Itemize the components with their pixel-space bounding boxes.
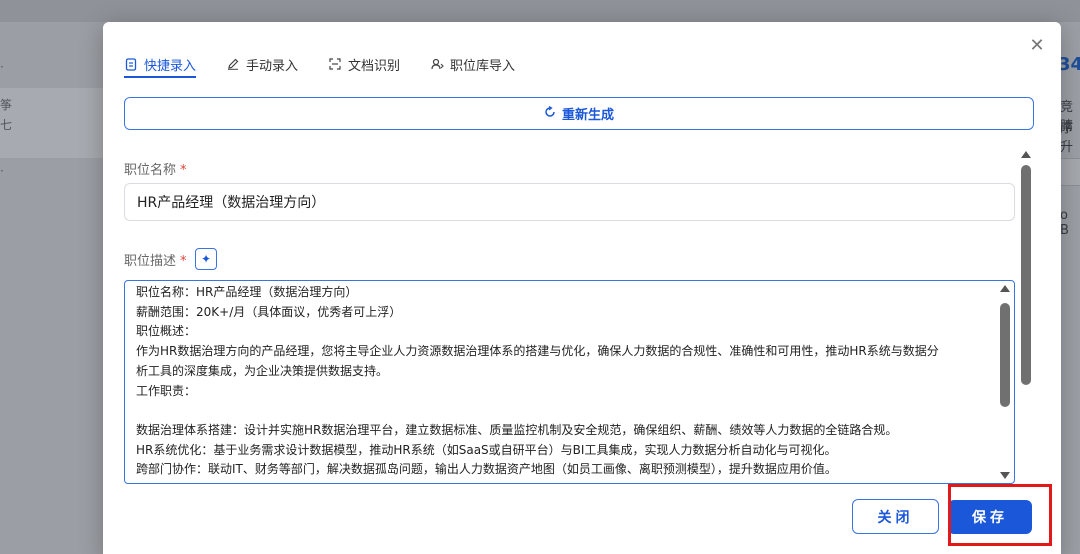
tab-label: 手动录入	[246, 58, 299, 74]
background-sidebar-active	[0, 88, 103, 158]
job-entry-modal: ✕ 快捷录入 手动录入 文档识别 职位库导入 重新生成 职位名称 * HR产品经…	[103, 22, 1061, 554]
description-scrollbar[interactable]	[995, 281, 1014, 483]
tab-manual-entry[interactable]: 手动录入	[226, 52, 298, 76]
background-text: o B	[1060, 208, 1069, 238]
job-title-input[interactable]: HR产品经理（数据治理方向）	[124, 183, 1015, 221]
job-description-content: 职位名称：HR产品经理（数据治理方向） 薪酬范围：20K+/月（具体面议，优秀者…	[136, 283, 994, 480]
scan-icon	[328, 57, 342, 71]
background-sidebar	[0, 22, 103, 554]
save-highlight-box	[948, 484, 1052, 546]
scroll-down-arrow-icon[interactable]	[1000, 472, 1010, 479]
regenerate-label: 重新生成	[561, 108, 614, 123]
close-button[interactable]: 关闭	[852, 499, 939, 534]
job-description-textarea[interactable]: 职位名称：HR产品经理（数据治理方向） 薪酬范围：20K+/月（具体面议，优秀者…	[124, 280, 1015, 484]
regenerate-button[interactable]: 重新生成	[124, 97, 1034, 130]
scrollbar-thumb[interactable]	[1000, 303, 1010, 407]
description-line: 职位概述：	[136, 324, 197, 339]
description-line: 作为HR数据治理方向的产品经理，您将主导企业人力资源数据治理体系的搭建与优化，确…	[136, 344, 939, 359]
tab-label: 文档识别	[348, 58, 401, 74]
job-title-label: 职位名称 *	[124, 159, 187, 178]
ai-generate-button[interactable]: ✦	[195, 248, 217, 270]
scroll-up-arrow-icon[interactable]	[1021, 151, 1031, 158]
job-description-label: 职位描述 *	[124, 250, 187, 269]
description-line: 薪酬范围：20K+/月（具体面议，优秀者可上浮）	[136, 304, 402, 319]
background-number: 34	[1058, 54, 1080, 75]
tab-quick-entry[interactable]: 快捷录入	[124, 52, 196, 76]
sparkle-icon: ✦	[200, 252, 212, 266]
pen-icon	[226, 57, 240, 71]
scroll-up-arrow-icon[interactable]	[1000, 285, 1010, 292]
user-import-icon	[430, 57, 444, 71]
job-title-value: HR产品经理（数据治理方向）	[137, 195, 326, 211]
background-text: 筝	[0, 98, 13, 112]
document-icon	[124, 57, 138, 71]
background-text: 七	[0, 118, 13, 132]
refresh-icon	[544, 105, 556, 122]
scrollbar-thumb[interactable]	[1021, 165, 1031, 385]
job-description-label-text: 职位描述	[124, 254, 177, 269]
active-tab-indicator	[124, 76, 196, 78]
required-mark: *	[180, 163, 187, 178]
tab-position-library-import[interactable]: 职位库导入	[430, 52, 515, 76]
background-topbar	[0, 0, 1080, 22]
description-line: 职位名称：HR产品经理（数据治理方向）	[136, 285, 358, 299]
description-line: 析工具的深度集成，为企业决策提供数据支持。	[136, 363, 389, 378]
description-line: 工作职责：	[136, 383, 197, 398]
required-mark: *	[180, 254, 187, 269]
description-line: HR系统优化：基于业务需求设计数据模型，推动HR系统（如SaaS或自研平台）与B…	[136, 442, 837, 457]
close-icon[interactable]: ✕	[1027, 36, 1047, 56]
description-line: 数据治理体系搭建：设计并实施HR数据治理平台，建立数据标准、质量监控机制及安全规…	[136, 422, 898, 437]
background-text: ·	[0, 164, 4, 178]
job-title-label-text: 职位名称	[124, 163, 177, 178]
description-line	[136, 401, 994, 421]
background-text: ·	[0, 60, 4, 74]
tab-label: 快捷录入	[144, 58, 197, 74]
tab-label: 职位库导入	[450, 58, 516, 74]
modal-scrollbar[interactable]	[1016, 147, 1036, 487]
background-text: 序升	[1060, 121, 1074, 155]
description-line: 跨部门协作：联动IT、财务等部门，解决数据孤岛问题，输出人力数据资产地图（如员工…	[136, 462, 837, 477]
tab-document-recognition[interactable]: 文档识别	[328, 52, 400, 76]
